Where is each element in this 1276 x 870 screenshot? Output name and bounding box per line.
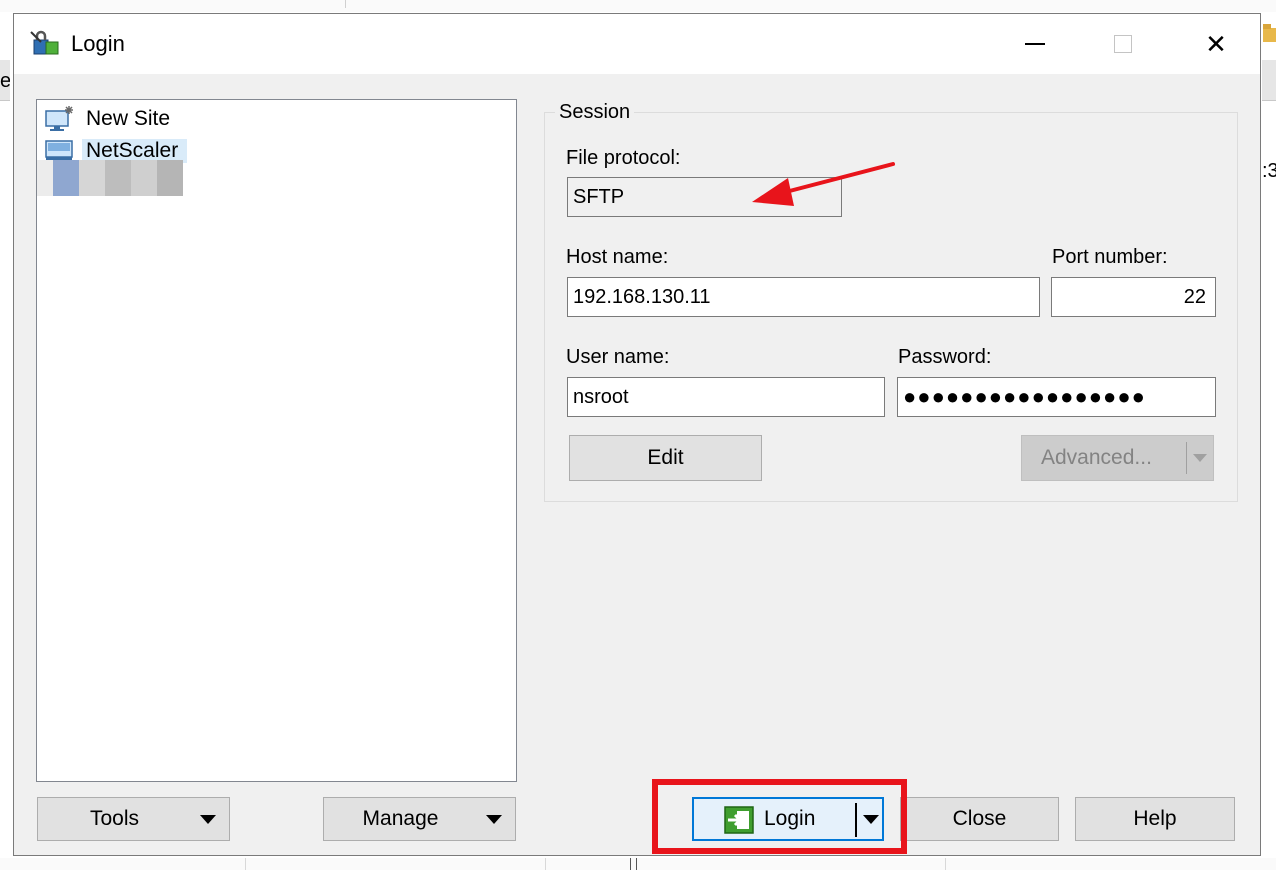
close-window-button[interactable]: ✕: [1170, 14, 1262, 74]
advanced-split-separator: [1186, 442, 1187, 474]
minimize-icon: [1025, 43, 1045, 45]
port-number-input[interactable]: 22: [1051, 277, 1216, 317]
background-separator: [545, 858, 546, 870]
chevron-down-icon: [486, 815, 502, 824]
site-tree[interactable]: New Site NetScaler: [36, 99, 517, 782]
window-title: Login: [71, 31, 125, 56]
host-name-label: Host name:: [566, 246, 669, 268]
tree-item-new-site[interactable]: New Site: [45, 105, 170, 133]
close-button-label: Close: [952, 807, 1007, 830]
background-app-left-text: er: [0, 70, 10, 92]
user-name-input[interactable]: nsroot: [567, 377, 885, 417]
advanced-button-label: Advanced...: [1041, 446, 1152, 469]
host-name-input[interactable]: 192.168.130.11: [567, 277, 1040, 317]
close-button[interactable]: Close: [900, 797, 1059, 841]
tools-button[interactable]: Tools: [37, 797, 230, 841]
close-icon: ✕: [1205, 28, 1227, 59]
folder-icon: [1263, 24, 1276, 42]
minimize-button[interactable]: [989, 14, 1081, 74]
highlight-annotation: [652, 779, 907, 854]
background-separator: [345, 0, 346, 8]
user-name-label: User name:: [566, 346, 670, 368]
new-site-icon: [45, 106, 73, 131]
maximize-icon: [1114, 35, 1132, 53]
password-label: Password:: [898, 346, 992, 368]
session-legend: Session: [555, 101, 635, 124]
edit-button-label: Edit: [647, 446, 684, 469]
file-protocol-label: File protocol:: [566, 147, 681, 169]
help-button-label: Help: [1133, 807, 1177, 830]
background-app-bottom: [0, 858, 1276, 870]
blurred-tree-item: [37, 160, 183, 196]
background-app-right-text: :3: [1262, 160, 1276, 182]
background-separator: [245, 858, 246, 870]
edit-button[interactable]: Edit: [569, 435, 762, 481]
background-app-right-bar: [1262, 60, 1276, 101]
port-number-label: Port number:: [1052, 246, 1168, 268]
background-separator: [945, 858, 946, 870]
maximize-button: [1077, 14, 1169, 74]
chevron-down-icon: [200, 815, 216, 824]
manage-button-label: Manage: [362, 807, 439, 830]
tools-button-label: Tools: [89, 807, 140, 830]
help-button[interactable]: Help: [1075, 797, 1235, 841]
manage-button[interactable]: Manage: [323, 797, 516, 841]
advanced-button[interactable]: Advanced...: [1021, 435, 1214, 481]
title-bar[interactable]: Login ✕: [14, 14, 1260, 74]
password-input[interactable]: ●●●●●●●●●●●●●●●●●: [897, 377, 1216, 417]
background-separator: [630, 858, 631, 870]
background-separator: [636, 858, 637, 870]
arrow-annotation-icon: [752, 162, 895, 206]
winscp-app-icon: [30, 30, 59, 55]
tree-item-label: New Site: [86, 107, 171, 130]
chevron-down-icon: [1193, 454, 1207, 462]
background-app-top: [0, 0, 1276, 12]
login-dialog: Login ✕ New Site NetScaler Session File …: [13, 13, 1261, 856]
